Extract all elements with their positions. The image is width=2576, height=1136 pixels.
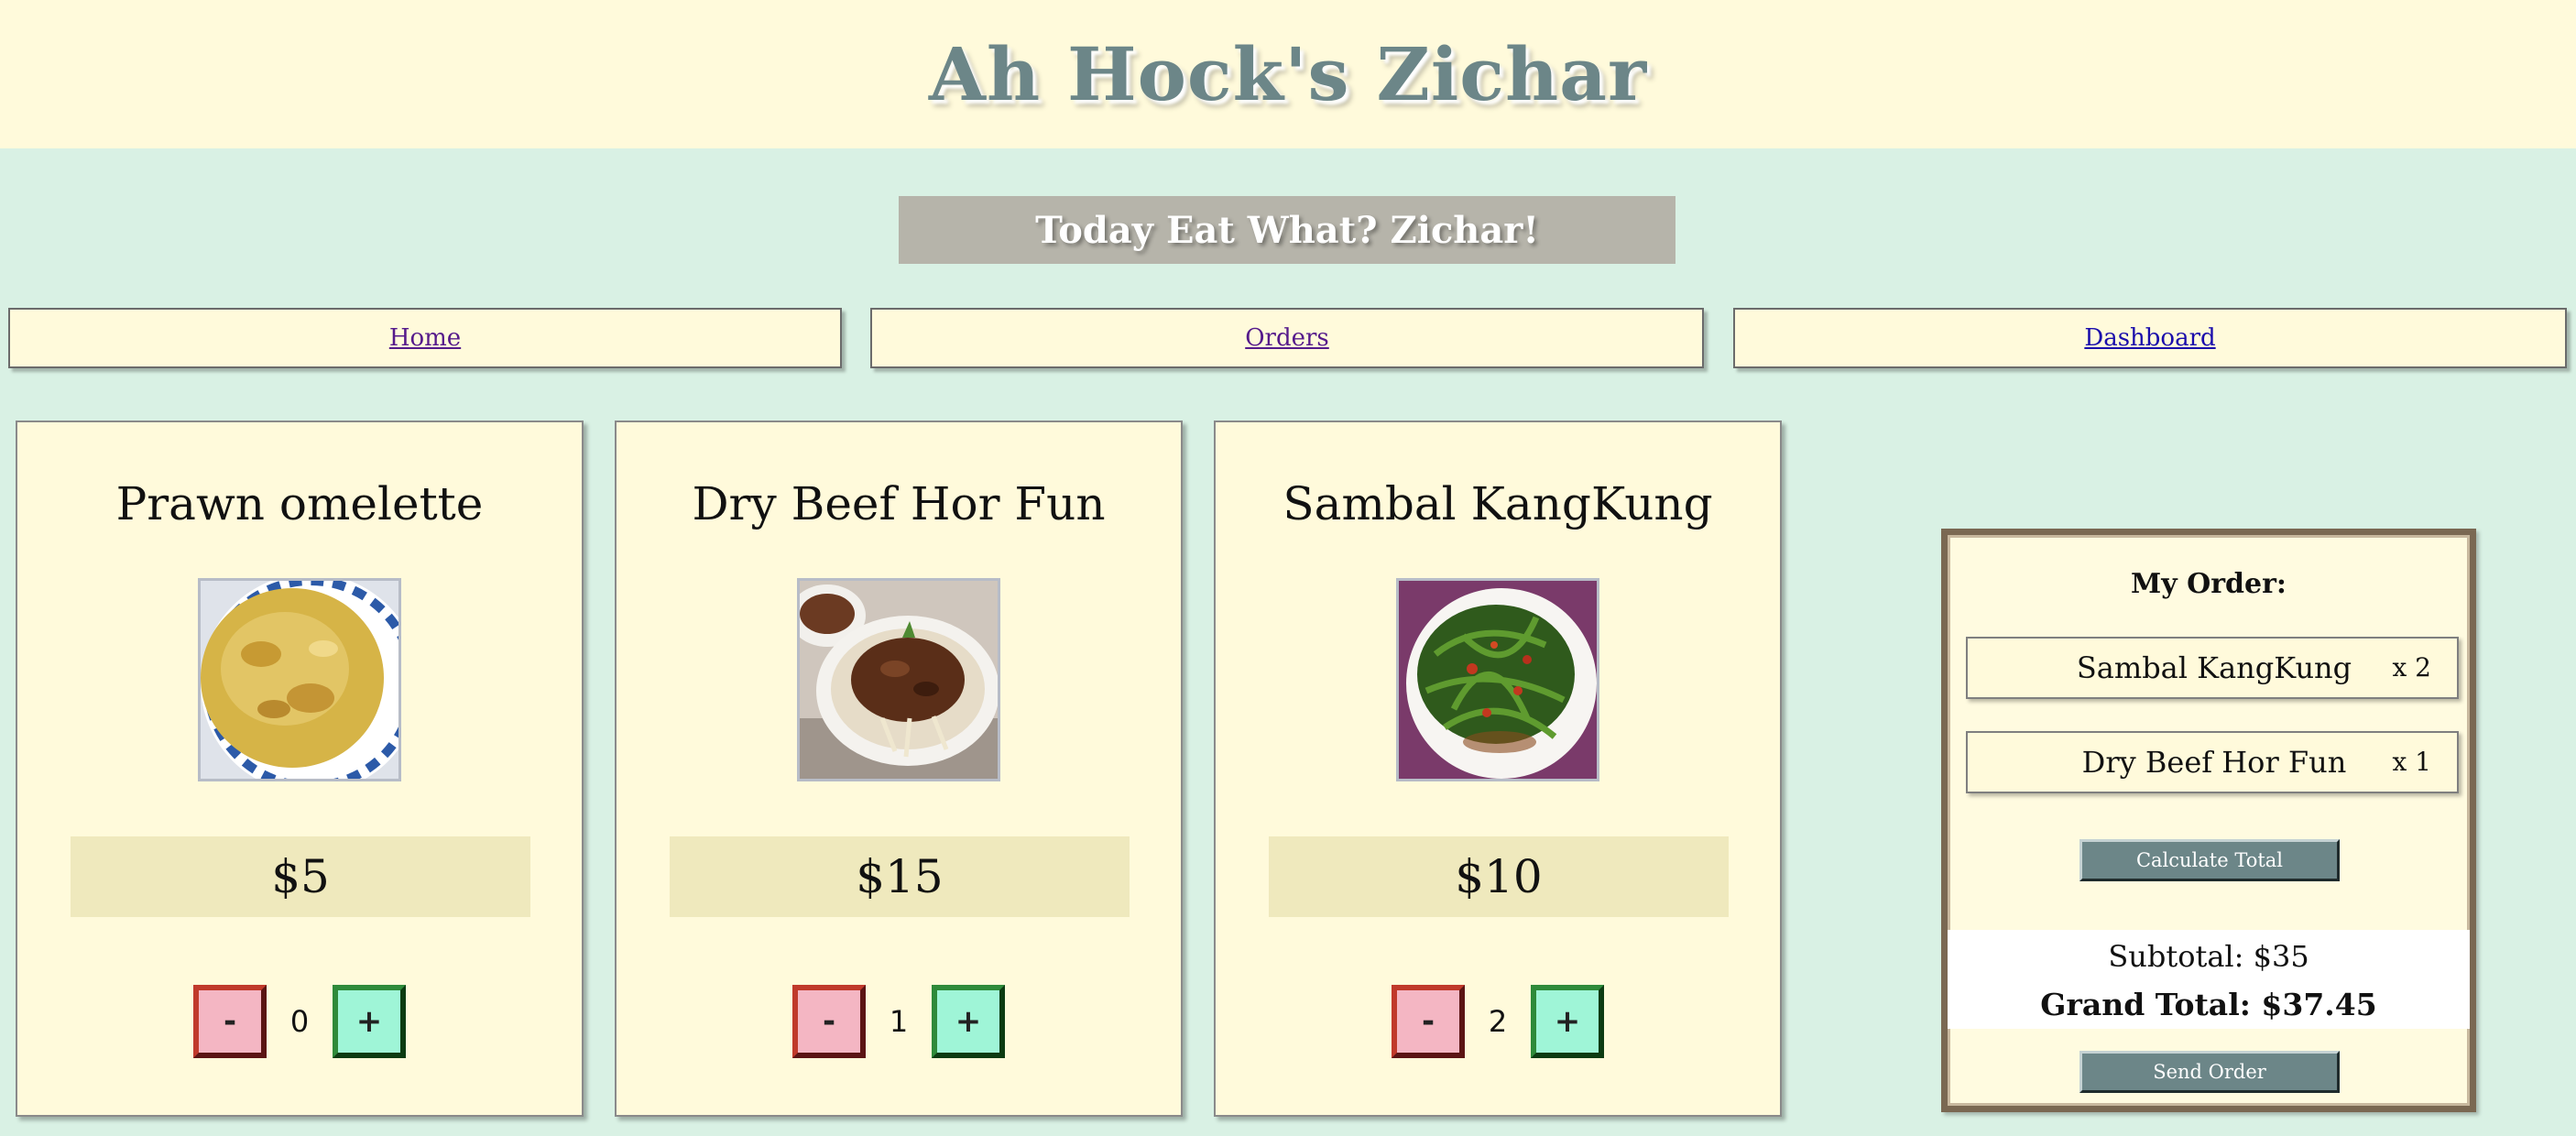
sambal-kangkung-photo — [1396, 578, 1599, 781]
menu-card-prawn-omelette: Prawn omelette $5 - 0 + — [16, 421, 584, 1117]
quantity-value: 1 — [889, 1004, 909, 1039]
nav-dashboard: Dashboard — [1733, 308, 2567, 368]
dry-beef-hor-fun-photo — [797, 578, 1000, 781]
order-item-name: Sambal KangKung — [2076, 650, 2352, 685]
quantity-stepper: - 0 + — [17, 985, 582, 1058]
prawn-omelette-photo — [198, 578, 401, 781]
order-item-quantity: x 2 — [2392, 652, 2431, 683]
site-header: Ah Hock's Zichar — [0, 0, 2576, 148]
dry-beef-hor-fun-image — [800, 581, 998, 779]
quantity-value: 2 — [1488, 1004, 1508, 1039]
increase-quantity-button[interactable]: + — [1531, 985, 1604, 1058]
menu-item-name: Prawn omelette — [115, 477, 484, 530]
quantity-stepper: - 1 + — [617, 985, 1181, 1058]
order-item-name: Dry Beef Hor Fun — [2081, 745, 2347, 780]
order-item-quantity: x 1 — [2392, 747, 2431, 777]
calculate-total-button[interactable]: Calculate Total — [2079, 839, 2340, 881]
grand-total: Grand Total: $37.45 — [2040, 987, 2377, 1022]
menu-item-name: Dry Beef Hor Fun — [692, 477, 1106, 530]
nav-home: Home — [8, 308, 842, 368]
order-panel: My Order: Sambal KangKung x 2 Dry Beef H… — [1941, 529, 2476, 1112]
nav-orders: Orders — [870, 308, 1704, 368]
menu-item-name: Sambal KangKung — [1283, 477, 1713, 530]
send-order-button[interactable]: Send Order — [2079, 1051, 2340, 1093]
order-heading: My Order: — [2131, 568, 2287, 600]
menu-card-dry-beef-hor-fun: Dry Beef Hor Fun $15 - 1 + — [615, 421, 1183, 1117]
decrease-quantity-button[interactable]: - — [792, 985, 866, 1058]
menu-item-price: $15 — [670, 836, 1130, 917]
increase-quantity-button[interactable]: + — [333, 985, 406, 1058]
decrease-quantity-button[interactable]: - — [1392, 985, 1465, 1058]
nav-link-orders[interactable]: Orders — [1245, 324, 1329, 352]
sambal-kangkung-image — [1399, 581, 1597, 779]
quantity-value: 0 — [289, 1004, 310, 1039]
nav-link-home[interactable]: Home — [389, 324, 461, 352]
subtotal: Subtotal: $35 — [2108, 939, 2309, 974]
nav-link-dashboard[interactable]: Dashboard — [2084, 324, 2215, 352]
order-item: Sambal KangKung x 2 — [1966, 637, 2459, 699]
prawn-omelette-image — [201, 581, 398, 779]
increase-quantity-button[interactable]: + — [932, 985, 1005, 1058]
site-title: Ah Hock's Zichar — [928, 31, 1648, 117]
decrease-quantity-button[interactable]: - — [193, 985, 267, 1058]
menu-item-price: $10 — [1269, 836, 1729, 917]
quantity-stepper: - 2 + — [1216, 985, 1780, 1058]
order-item: Dry Beef Hor Fun x 1 — [1966, 731, 2459, 793]
order-totals: Subtotal: $35 Grand Total: $37.45 — [1948, 930, 2470, 1029]
tagline-banner: Today Eat What? Zichar! — [899, 196, 1675, 264]
menu-item-price: $5 — [71, 836, 530, 917]
menu-card-sambal-kangkung: Sambal KangKung $10 - 2 + — [1214, 421, 1782, 1117]
